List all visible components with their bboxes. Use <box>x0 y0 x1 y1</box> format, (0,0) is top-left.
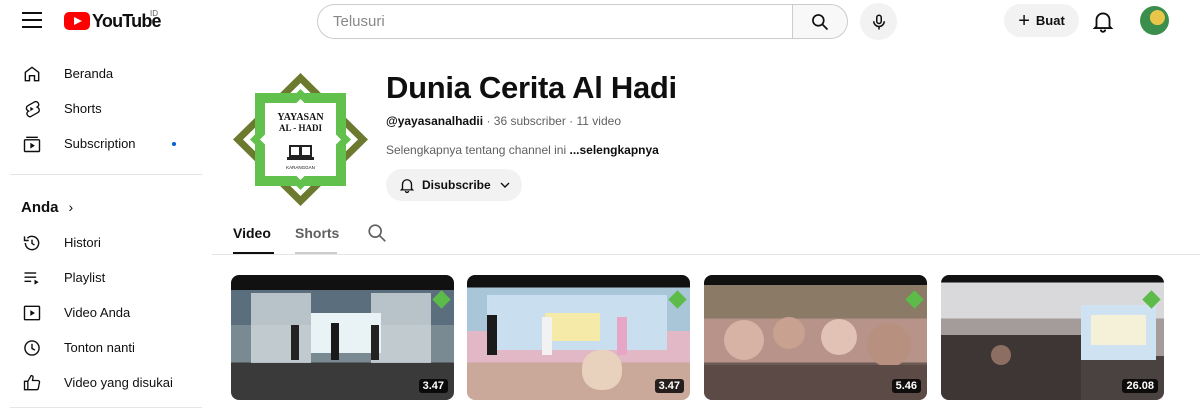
sidebar-item-liked-videos[interactable]: Video yang disukai <box>0 365 206 400</box>
create-button[interactable]: + Buat <box>1004 4 1079 37</box>
watch-later-icon <box>22 338 42 358</box>
search-button[interactable] <box>792 4 848 39</box>
sidebar-item-label: Shorts <box>64 101 102 116</box>
video-duration: 3.47 <box>418 379 448 393</box>
channel-handle: @yayasanalhadii <box>386 114 484 128</box>
video-thumbnail[interactable]: 5.46 <box>704 275 927 400</box>
home-icon <box>22 64 42 84</box>
sidebar-item-playlist[interactable]: Playlist <box>0 260 206 295</box>
sidebar-item-history[interactable]: Histori <box>0 225 206 260</box>
sidebar-item-label: Histori <box>64 235 101 250</box>
channel-search-button[interactable] <box>366 222 388 244</box>
sidebar-divider <box>10 174 202 175</box>
top-bar: YouTube ID + Buat <box>0 0 1200 42</box>
menu-icon[interactable] <box>22 12 42 28</box>
your-videos-icon <box>22 303 42 323</box>
video-thumbnail[interactable]: 3.47 <box>231 275 454 400</box>
channel-logo[interactable]: YAYASAN AL - HADI KARANGGAN <box>233 73 368 206</box>
channel-name: Dunia Cerita Al Hadi <box>386 70 677 105</box>
book-emblem-icon <box>287 145 314 160</box>
meta-separator: · <box>486 114 491 128</box>
meta-separator: · <box>569 114 574 128</box>
search-bar <box>317 4 848 39</box>
sidebar-item-your-videos[interactable]: Video Anda <box>0 295 206 330</box>
tab-shorts[interactable]: Shorts <box>295 225 339 254</box>
thumbs-up-icon <box>22 373 42 393</box>
video-count: 11 video <box>576 114 621 128</box>
sidebar-item-label: Subscription <box>64 136 136 151</box>
logo-line-2: AL - HADI <box>279 123 323 133</box>
region-code: ID <box>150 9 158 18</box>
playlist-icon <box>22 268 42 288</box>
sidebar-item-home[interactable]: Beranda <box>0 56 206 91</box>
description-text: Selengkapnya tentang channel ini <box>386 143 567 157</box>
sidebar-item-subscriptions[interactable]: Subscription <box>0 126 206 161</box>
subscriptions-icon <box>22 134 42 154</box>
bell-icon <box>399 179 415 194</box>
video-thumbnail[interactable]: 26.08 <box>941 275 1164 400</box>
chevron-right-icon: › <box>68 199 74 215</box>
sidebar-item-label: Beranda <box>64 66 114 81</box>
logo-line-3: KARANGGAN <box>286 165 315 170</box>
video-duration: 5.46 <box>891 379 921 393</box>
subscriber-count: 36 subscriber <box>493 114 566 128</box>
plus-icon: + <box>1018 9 1030 32</box>
sidebar-item-watch-later[interactable]: Tonton nanti <box>0 330 206 365</box>
microphone-icon <box>872 14 885 29</box>
history-icon <box>22 233 42 253</box>
search-icon <box>368 224 386 242</box>
logo-line-1: YAYASAN <box>277 112 324 123</box>
video-duration: 26.08 <box>1122 379 1158 393</box>
sidebar-item-label: Video Anda <box>64 305 131 320</box>
bell-icon <box>1092 12 1114 33</box>
search-input[interactable] <box>333 13 792 30</box>
channel-description[interactable]: Selengkapnya tentang channel ini ...sele… <box>386 143 659 157</box>
more-link[interactable]: ...selengkapnya <box>569 143 658 157</box>
search-box <box>317 4 792 39</box>
sidebar-item-label: Playlist <box>64 270 106 285</box>
sidebar-item-label: Tonton nanti <box>64 340 135 355</box>
youtube-logo[interactable]: YouTube ID <box>64 9 162 32</box>
you-section-header[interactable]: Anda › <box>0 189 206 225</box>
section-title: Anda <box>21 198 59 216</box>
tabs-divider <box>212 254 1200 255</box>
sidebar-item-shorts[interactable]: Shorts <box>0 91 206 126</box>
notifications-button[interactable] <box>1090 8 1116 34</box>
channel-meta: @yayasanalhadii · 36 subscriber · 11 vid… <box>386 114 621 128</box>
sidebar-divider <box>10 407 202 408</box>
new-content-dot <box>172 142 176 146</box>
tab-video[interactable]: Video <box>233 225 274 254</box>
create-label: Buat <box>1035 13 1065 28</box>
shorts-icon <box>22 99 42 119</box>
sidebar-item-label: Video yang disukai <box>64 375 173 390</box>
subscribe-label: Disubscribe <box>422 178 491 192</box>
sidebar: Beranda Shorts Subscription Anda › Histo… <box>0 56 206 410</box>
video-duration: 3.47 <box>654 379 684 393</box>
search-icon <box>812 13 829 30</box>
subscribed-button[interactable]: Disubscribe <box>386 169 522 201</box>
voice-search-button[interactable] <box>860 3 897 40</box>
youtube-play-icon <box>64 12 90 30</box>
chevron-down-icon <box>500 182 510 188</box>
video-thumbnail[interactable]: 3.47 <box>467 275 690 400</box>
account-avatar[interactable] <box>1140 6 1169 35</box>
